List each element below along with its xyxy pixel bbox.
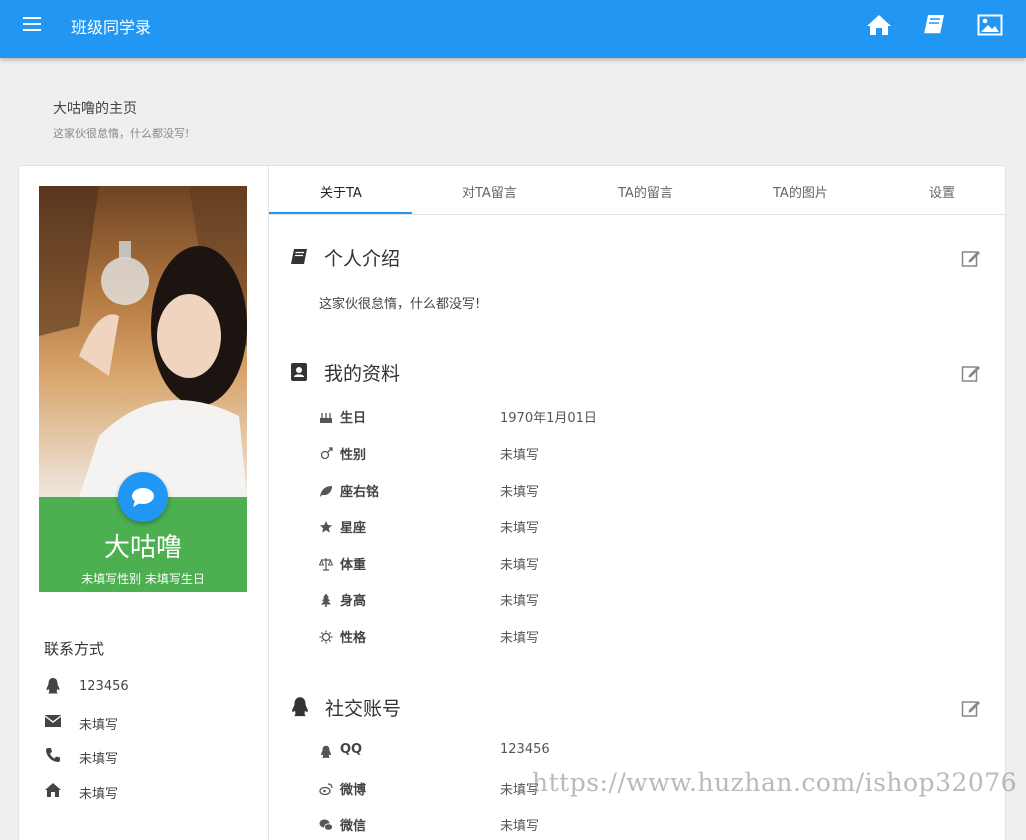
row-label: 微信 <box>340 819 367 834</box>
profile-card: 大咕噜 未填写性别 未填写生日 联系方式 123456 未填写 未填写 未填写 … <box>18 165 1006 840</box>
gender-icon <box>319 446 333 460</box>
envelope-icon <box>44 712 62 730</box>
home-icon[interactable] <box>866 13 892 37</box>
row-value: 未填写 <box>500 485 540 500</box>
tab-bar: 关于TA 对TA留言 TA的留言 TA的图片 设置 <box>269 166 1006 215</box>
tab-leave-message[interactable]: 对TA留言 <box>462 182 517 201</box>
tree-icon <box>319 592 333 607</box>
sun-icon <box>319 629 333 644</box>
book-icon <box>289 247 309 267</box>
wechat-icon <box>319 817 333 831</box>
tab-settings[interactable]: 设置 <box>929 182 955 201</box>
qq-icon <box>289 696 309 717</box>
contact-title: 联系方式 <box>44 640 105 658</box>
contact-item-address: 未填写 <box>44 781 244 802</box>
profile-photo <box>39 186 247 497</box>
edit-icon[interactable] <box>961 248 981 268</box>
section-title-social: 社交账号 <box>325 698 402 720</box>
row-label: 性别 <box>340 448 367 463</box>
intro-text: 这家伙很怠惰，什么都没写! <box>319 297 481 312</box>
profile-row-motto: 座右铭 未填写 <box>319 480 819 500</box>
social-row-wechat: 微信 未填写 <box>319 814 819 834</box>
tab-their-pictures[interactable]: TA的图片 <box>773 182 828 201</box>
section-title-intro: 个人介绍 <box>324 248 401 270</box>
page-subtitle: 这家伙很怠惰，什么都没写! <box>53 127 190 140</box>
row-value: 未填写 <box>500 558 540 573</box>
menu-icon[interactable] <box>23 17 41 31</box>
row-label: 身高 <box>340 594 367 609</box>
balance-icon <box>318 556 334 571</box>
tab-about[interactable]: 关于TA <box>320 182 362 201</box>
profile-info-line: 未填写性别 未填写生日 <box>81 572 205 586</box>
row-label: QQ <box>340 742 363 757</box>
social-row-qq: QQ 123456 <box>319 741 819 761</box>
contact-qq-value: 123456 <box>79 679 129 694</box>
row-value: 未填写 <box>500 631 540 646</box>
address-book-icon <box>289 362 309 382</box>
cake-icon <box>319 409 333 423</box>
profile-row-personality: 性格 未填写 <box>319 626 819 646</box>
profile-box: 大咕噜 未填写性别 未填写生日 <box>39 186 247 592</box>
row-label: 座右铭 <box>340 485 380 500</box>
row-label: 星座 <box>340 521 367 536</box>
star-icon <box>319 519 333 533</box>
row-value: 未填写 <box>500 594 540 609</box>
contact-item-email: 未填写 <box>44 712 244 733</box>
row-value: 未填写 <box>500 448 540 463</box>
row-value: 未填写 <box>500 819 540 834</box>
profile-row-birthday: 生日 1970年1月01日 <box>319 406 819 426</box>
weibo-icon <box>319 781 333 796</box>
book-icon[interactable] <box>921 13 947 37</box>
contact-item-qq: 123456 <box>44 677 244 697</box>
row-value: 1970年1月01日 <box>500 411 597 426</box>
app-title: 班级同学录 <box>71 18 152 37</box>
row-label: 体重 <box>340 558 367 573</box>
profile-row-gender: 性别 未填写 <box>319 443 819 463</box>
contact-email-value: 未填写 <box>79 718 119 733</box>
watermark: https://www.huzhan.com/ishop32076 <box>532 768 1018 797</box>
row-label: 生日 <box>340 411 367 426</box>
home-icon <box>44 781 62 799</box>
qq-icon <box>319 744 333 758</box>
profile-row-constellation: 星座 未填写 <box>319 516 819 536</box>
page-title: 大咕噜的主页 <box>53 101 137 117</box>
row-value: 123456 <box>500 742 550 757</box>
row-value: 未填写 <box>500 521 540 536</box>
contact-address-value: 未填写 <box>79 787 119 802</box>
edit-icon[interactable] <box>961 363 981 383</box>
phone-icon <box>44 746 62 764</box>
profile-row-height: 身高 未填写 <box>319 589 819 609</box>
leaf-icon <box>319 483 333 497</box>
section-title-profile: 我的资料 <box>324 363 401 385</box>
profile-row-weight: 体重 未填写 <box>318 553 819 573</box>
qq-icon <box>44 677 62 695</box>
contact-item-phone: 未填写 <box>44 746 244 767</box>
contact-phone-value: 未填写 <box>79 752 119 767</box>
image-icon[interactable] <box>977 13 1003 37</box>
row-label: 微博 <box>340 783 367 798</box>
active-tab-indicator <box>269 212 412 214</box>
chat-button[interactable] <box>118 472 168 522</box>
edit-icon[interactable] <box>961 698 981 718</box>
profile-name: 大咕噜 <box>103 533 182 563</box>
row-label: 性格 <box>340 631 367 646</box>
top-app-bar: 班级同学录 <box>0 0 1026 58</box>
left-column: 大咕噜 未填写性别 未填写生日 联系方式 123456 未填写 未填写 未填写 <box>19 166 269 840</box>
tab-their-messages[interactable]: TA的留言 <box>618 182 673 201</box>
comment-icon <box>132 488 154 507</box>
